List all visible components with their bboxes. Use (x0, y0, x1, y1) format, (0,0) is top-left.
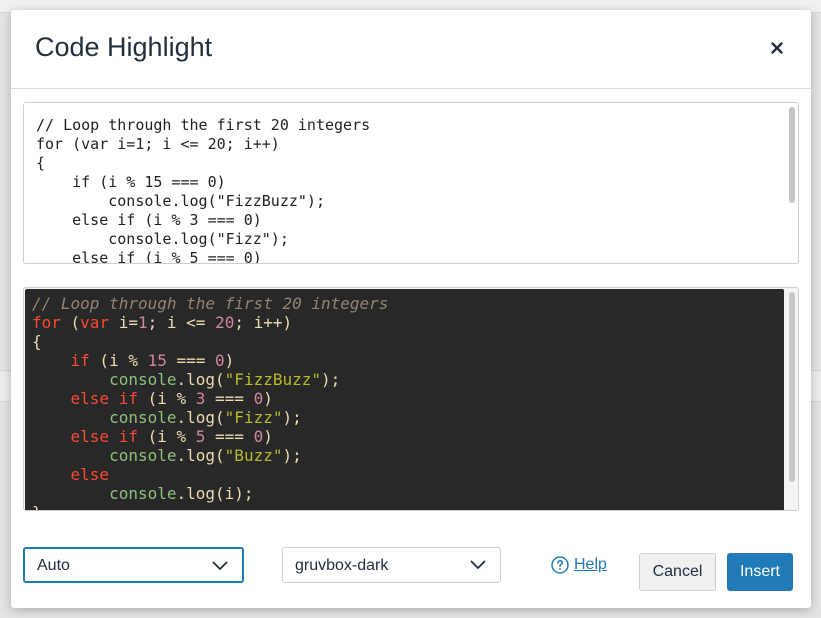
language-select[interactable]: Auto (23, 547, 244, 583)
code-editor[interactable]: // Loop through the first 20 integers fo… (23, 102, 799, 264)
code-editor-text[interactable]: // Loop through the first 20 integers fo… (24, 103, 798, 263)
chevron-down-icon (212, 561, 228, 570)
dialog-header: Code Highlight (11, 10, 811, 89)
close-icon (771, 42, 783, 54)
chevron-down-icon (470, 560, 486, 569)
dialog-footer: Auto gruvbox-dark Help Cancel Insert (11, 530, 811, 608)
code-highlight-dialog: Code Highlight // Loop through the first… (11, 10, 811, 608)
help-circle-icon (551, 556, 569, 574)
editor-scrollbar[interactable] (789, 107, 795, 203)
code-preview: // Loop through the first 20 integers fo… (25, 289, 784, 510)
preview-scrollbar[interactable] (789, 292, 795, 482)
help-link[interactable]: Help (551, 556, 607, 574)
theme-select[interactable]: gruvbox-dark (282, 547, 501, 583)
dialog-title: Code Highlight (35, 32, 213, 62)
insert-button[interactable]: Insert (727, 553, 793, 591)
code-preview-text: // Loop through the first 20 integers fo… (32, 294, 389, 510)
code-preview-frame: // Loop through the first 20 integers fo… (23, 287, 799, 511)
language-select-value: Auto (37, 557, 70, 574)
cancel-button[interactable]: Cancel (639, 553, 716, 591)
close-button[interactable] (765, 36, 789, 60)
help-link-label: Help (574, 556, 607, 573)
theme-select-value: gruvbox-dark (295, 557, 389, 574)
preview-comment-line: // Loop through the first 20 integers (32, 294, 389, 313)
